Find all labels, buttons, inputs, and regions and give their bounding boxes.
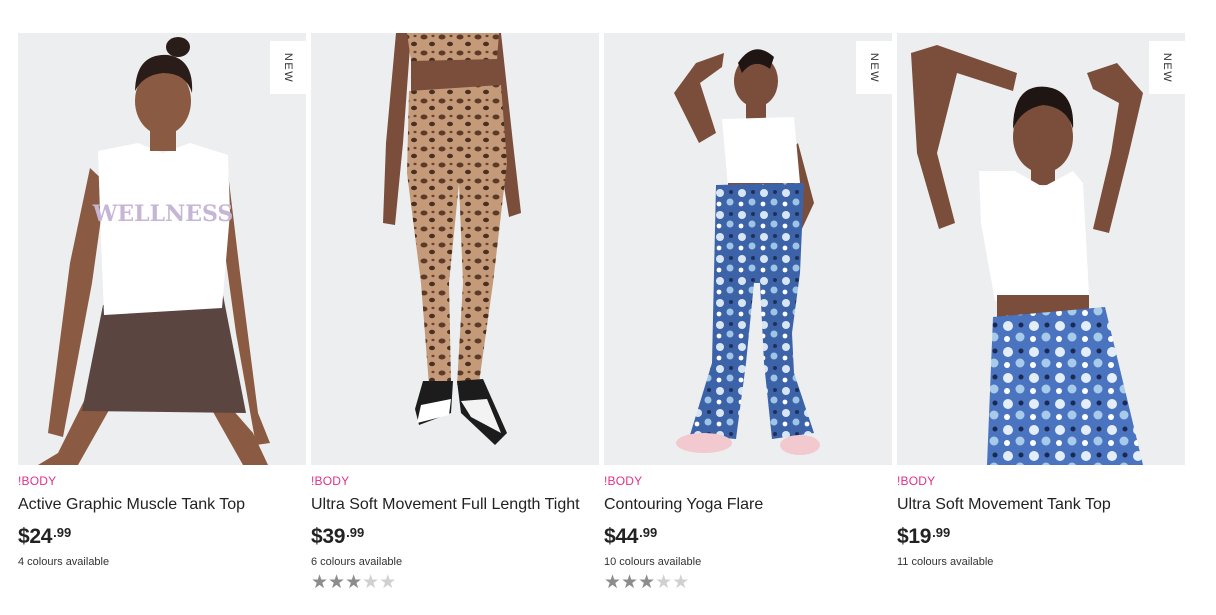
product-price: $24 .99: [18, 525, 306, 549]
product-image[interactable]: NEW: [604, 33, 892, 465]
star-rating: ★ ★ ★ ★ ★: [604, 572, 892, 592]
price-dollars: $24: [18, 525, 53, 548]
product-grid: WELLNESS NEW !BODY Active Graphic Muscle…: [18, 33, 1185, 592]
model-photo-icon: [604, 33, 892, 465]
product-price: $44 .99: [604, 525, 892, 549]
price-cents: .99: [346, 525, 365, 540]
product-name[interactable]: Contouring Yoga Flare: [604, 495, 892, 515]
product-name[interactable]: Active Graphic Muscle Tank Top: [18, 495, 306, 515]
colours-available: 4 colours available: [18, 556, 110, 568]
product-card[interactable]: WELLNESS NEW !BODY Active Graphic Muscle…: [18, 33, 306, 592]
product-card[interactable]: !BODY Ultra Soft Movement Full Length Ti…: [311, 33, 599, 592]
new-badge: NEW: [1149, 41, 1185, 94]
star-rating: ★ ★ ★ ★ ★: [311, 572, 599, 592]
model-photo-icon: [311, 33, 599, 465]
colours-available: 10 colours available: [604, 556, 702, 568]
new-badge: NEW: [856, 41, 892, 94]
star-icon: ★: [328, 571, 346, 593]
star-icon: ★: [655, 571, 673, 593]
star-icon: ★: [379, 571, 397, 593]
brand-label: !BODY: [897, 474, 936, 488]
price-dollars: $44: [604, 525, 639, 548]
star-icon: ★: [311, 571, 329, 593]
product-card[interactable]: NEW !BODY Ultra Soft Movement Tank Top $…: [897, 33, 1185, 592]
product-name[interactable]: Ultra Soft Movement Tank Top: [897, 495, 1185, 515]
colours-available: 6 colours available: [311, 556, 403, 568]
product-name[interactable]: Ultra Soft Movement Full Length Tight: [311, 495, 599, 515]
star-icon: ★: [604, 571, 622, 593]
product-card[interactable]: NEW !BODY Contouring Yoga Flare $44 .99 …: [604, 33, 892, 592]
product-price: $19 .99: [897, 525, 1185, 549]
brand-label: !BODY: [604, 474, 643, 488]
brand-label: !BODY: [18, 474, 57, 488]
product-image[interactable]: NEW: [897, 33, 1185, 465]
price-dollars: $19: [897, 525, 932, 548]
new-badge: NEW: [270, 41, 306, 94]
star-icon: ★: [672, 571, 690, 593]
brand-label: !BODY: [311, 474, 350, 488]
colours-available: 11 colours available: [897, 556, 994, 568]
star-icon: ★: [638, 571, 656, 593]
star-icon: ★: [621, 571, 639, 593]
model-photo-icon: WELLNESS: [18, 33, 306, 465]
price-cents: .99: [639, 525, 658, 540]
product-price: $39 .99: [311, 525, 599, 549]
product-image[interactable]: [311, 33, 599, 465]
star-icon: ★: [345, 571, 363, 593]
svg-text:WELLNESS: WELLNESS: [92, 201, 234, 227]
price-dollars: $39: [311, 525, 346, 548]
product-image[interactable]: WELLNESS NEW: [18, 33, 306, 465]
star-icon: ★: [362, 571, 380, 593]
price-cents: .99: [53, 525, 72, 540]
price-cents: .99: [932, 525, 951, 540]
model-photo-icon: [897, 33, 1185, 465]
